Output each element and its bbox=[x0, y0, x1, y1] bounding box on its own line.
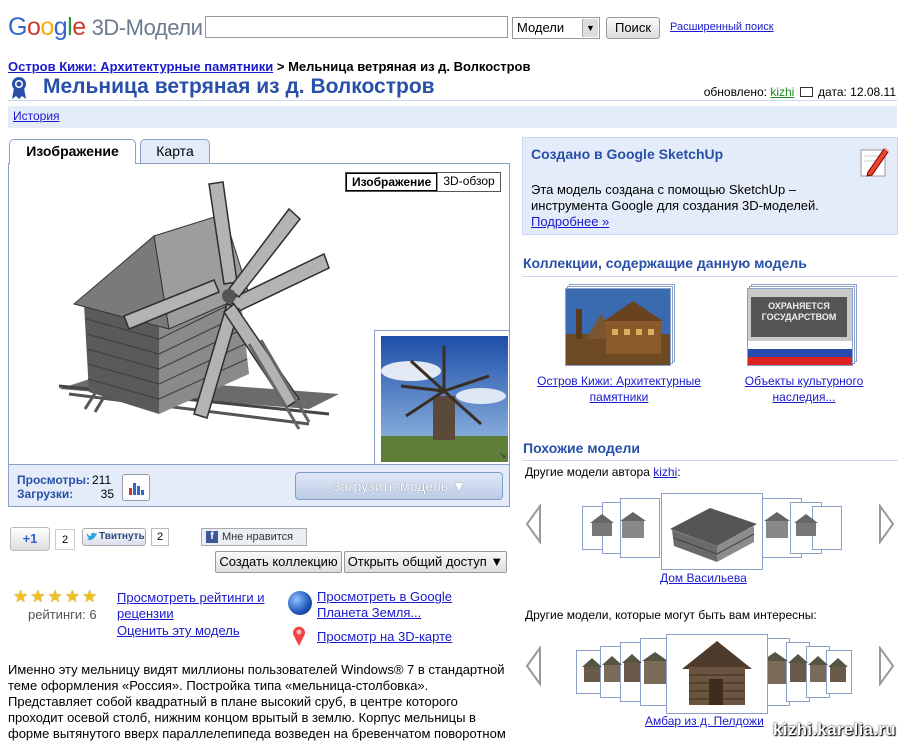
search-button[interactable]: Поиск bbox=[606, 17, 660, 39]
collection-kizhi-link[interactable]: Остров Кижи: Архитектурные памятники bbox=[537, 374, 701, 404]
tab-image[interactable]: Изображение bbox=[9, 139, 136, 164]
chevron-down-icon: ▼ bbox=[582, 19, 598, 37]
map-pin-icon bbox=[293, 626, 305, 646]
product-name: 3D-Модели bbox=[91, 15, 203, 40]
similar-models-title: Похожие модели bbox=[523, 440, 640, 456]
google-logo[interactable]: Google 3D-Модели bbox=[8, 10, 203, 45]
page-title: Мельница ветряная из д. Волкостров bbox=[43, 75, 435, 98]
model-ambar-link[interactable]: Амбар из д. Пелдожи bbox=[645, 714, 764, 728]
history-bar bbox=[8, 106, 897, 128]
date-value: 12.08.11 bbox=[850, 85, 896, 99]
search-input[interactable] bbox=[205, 16, 508, 38]
ratings-count: рейтинги: 6 bbox=[28, 607, 97, 622]
sketchup-title: Создано в Google SketchUp bbox=[531, 146, 724, 162]
ambar-barn-image bbox=[682, 641, 752, 705]
downloads-value: 35 bbox=[100, 487, 114, 501]
breadcrumb-separator: > bbox=[273, 59, 289, 74]
others-label: Другие модели, которые могут быть вам ин… bbox=[525, 608, 817, 622]
collection-heritage-link[interactable]: Объекты культурного наследия... bbox=[745, 374, 864, 404]
star-icon: ★ bbox=[82, 587, 98, 606]
history-link[interactable]: История bbox=[13, 109, 60, 123]
carousel-next-arrow-icon[interactable] bbox=[876, 646, 896, 686]
logo-letter: o bbox=[40, 13, 54, 41]
sketchup-text: Эта модель создана с помощью SketchUp – … bbox=[531, 182, 819, 213]
view-on-3d-map-link[interactable]: Просмотр на 3D-карте bbox=[317, 629, 452, 644]
advanced-search-link[interactable]: Расширенный поиск bbox=[670, 21, 774, 33]
breadcrumb-current: Мельница ветряная из д. Волкостров bbox=[288, 59, 531, 74]
updated-label: обновлено: bbox=[703, 85, 767, 99]
watermark: kizhi.karelia.ru bbox=[773, 720, 896, 739]
scope-selected-value: Модели bbox=[517, 20, 565, 35]
tweet-button[interactable]: Твитнуть bbox=[82, 528, 146, 546]
collection-kizhi-caption[interactable]: Остров Кижи: Архитектурные памятники bbox=[527, 373, 711, 405]
logo-letter: o bbox=[26, 13, 41, 41]
view-mode-toggle: Изображение 3D-обзор bbox=[345, 172, 501, 192]
star-icon: ★ bbox=[47, 587, 63, 606]
toggle-3d-button[interactable]: 3D-обзор bbox=[437, 173, 499, 191]
search-scope-select[interactable]: Модели ▼ bbox=[512, 17, 600, 39]
create-collection-button[interactable]: Создать коллекцию bbox=[215, 551, 342, 573]
breadcrumb-parent-link[interactable]: Остров Кижи: Архитектурные памятники bbox=[8, 59, 273, 74]
svg-text:↘: ↘ bbox=[499, 451, 507, 461]
sketchup-more-link[interactable]: Подробнее » bbox=[531, 214, 609, 229]
logo-letter: g bbox=[53, 13, 68, 41]
by-author-prefix: Другие модели автора bbox=[525, 465, 654, 479]
collection-heritage-caption[interactable]: Объекты культурного наследия... bbox=[712, 373, 896, 405]
date-label: дата: bbox=[818, 85, 847, 99]
google-plusone-button[interactable]: +1 bbox=[10, 527, 50, 551]
view-ratings-link[interactable]: Просмотреть рейтинги и рецензии bbox=[117, 590, 277, 622]
logo-letter: G bbox=[8, 13, 27, 41]
carousel-prev-arrow-icon[interactable] bbox=[524, 646, 544, 686]
twitter-bird-icon bbox=[86, 532, 97, 541]
views-value: 211 bbox=[92, 473, 112, 487]
logo-letter: e bbox=[72, 13, 86, 41]
collection-kizhi-card[interactable] bbox=[565, 284, 675, 366]
author-link[interactable]: kizhi bbox=[770, 85, 794, 99]
similar-models-divider bbox=[522, 460, 898, 461]
toggle-image-button[interactable]: Изображение bbox=[346, 173, 438, 191]
model-description: Именно эту мельницу видят миллионы польз… bbox=[8, 662, 506, 741]
tweet-count: 2 bbox=[151, 528, 169, 546]
breadcrumb: Остров Кижи: Архитектурные памятники > М… bbox=[8, 59, 530, 74]
star-rating: ★ ★ ★ ★ ★ bbox=[13, 587, 97, 607]
author-link[interactable]: kizhi bbox=[653, 465, 677, 479]
kizhi-church-image bbox=[566, 289, 670, 365]
by-author-label: Другие модели автора kizhi: bbox=[525, 465, 681, 479]
mail-icon[interactable] bbox=[799, 87, 813, 97]
carousel-next-arrow-icon[interactable] bbox=[876, 504, 896, 544]
collection-heritage-card[interactable]: ОХРАНЯЕТСЯ ГОСУДАРСТВОМ bbox=[747, 284, 857, 366]
google-earth-icon bbox=[288, 591, 312, 615]
model-vasiliev-link[interactable]: Дом Васильева bbox=[660, 571, 747, 585]
star-icon: ★ bbox=[30, 587, 46, 606]
vasiliev-house-image bbox=[670, 508, 757, 562]
download-model-button[interactable]: Загрузить модель ▼ bbox=[295, 472, 503, 500]
bar-chart-icon bbox=[129, 483, 144, 495]
model-ambar-thumbnail[interactable] bbox=[666, 634, 768, 714]
award-ribbon-icon bbox=[12, 77, 26, 99]
facebook-icon: f bbox=[206, 531, 218, 543]
collections-title: Коллекции, содержащие данную модель bbox=[523, 255, 807, 271]
star-icon: ★ bbox=[13, 587, 29, 606]
share-button[interactable]: Открыть общий доступ ▼ bbox=[344, 551, 507, 573]
carousel-prev-arrow-icon[interactable] bbox=[524, 504, 544, 544]
tweet-label: Твитнуть bbox=[99, 531, 145, 542]
heritage-sign-text: ОХРАНЯЕТСЯ ГОСУДАРСТВОМ bbox=[761, 301, 837, 322]
stats-chart-button[interactable] bbox=[122, 474, 150, 501]
windmill-photo-thumbnail[interactable]: ↘ bbox=[381, 336, 508, 462]
model-vasiliev-thumbnail[interactable] bbox=[661, 493, 763, 570]
star-icon: ★ bbox=[64, 587, 80, 606]
downloads-label: Загрузки: bbox=[17, 487, 74, 501]
collections-divider bbox=[522, 276, 898, 277]
like-label: Мне нравится bbox=[222, 531, 294, 543]
tab-map[interactable]: Карта bbox=[140, 139, 210, 163]
rate-model-link[interactable]: Оценить эту модель bbox=[117, 623, 240, 638]
sketchup-pencil-icon bbox=[860, 147, 889, 177]
plusone-count: 2 bbox=[55, 529, 75, 550]
updated-info: обновлено: kizhi дата: 12.08.11 bbox=[704, 85, 896, 99]
facebook-like-button[interactable]: f Мне нравится bbox=[201, 528, 307, 546]
view-in-earth-link[interactable]: Просмотреть в Google Планета Земля... bbox=[317, 589, 467, 621]
by-author-suffix: : bbox=[677, 465, 681, 479]
views-label: Просмотры: bbox=[17, 473, 91, 487]
